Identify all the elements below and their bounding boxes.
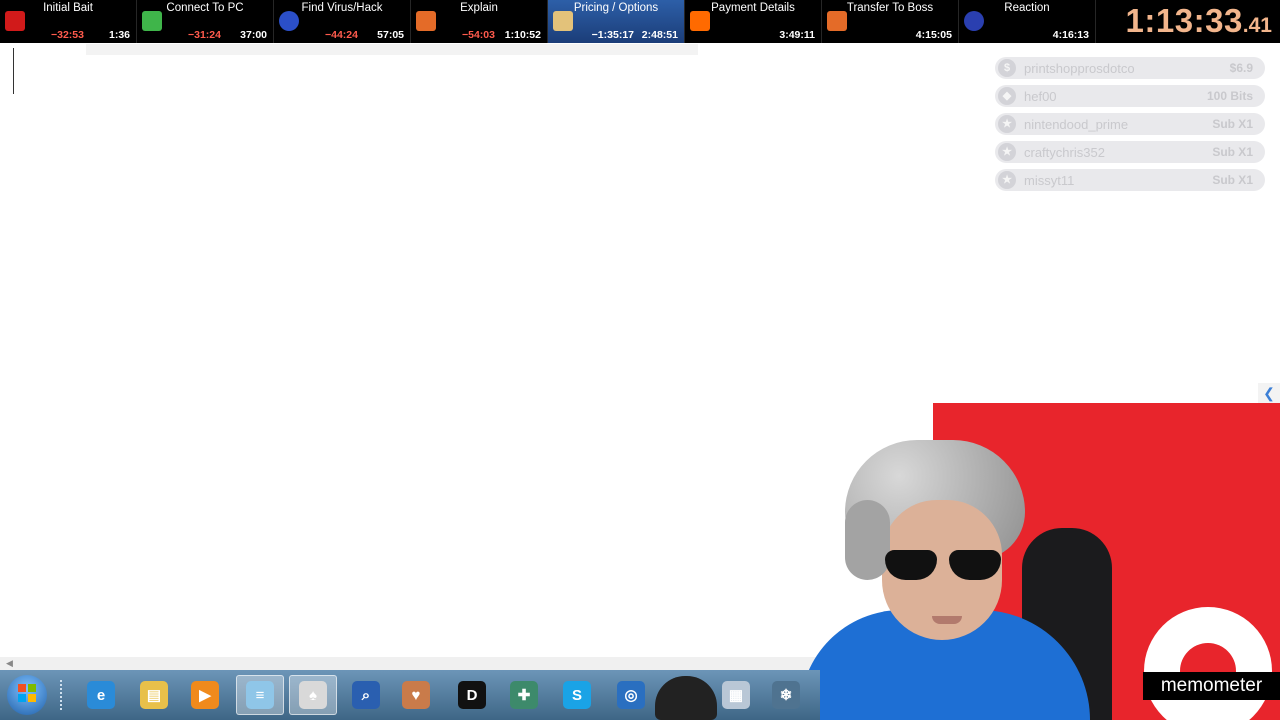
horizontal-scrollbar[interactable]: ◀	[0, 657, 935, 670]
timer-main: 1:13:33	[1125, 2, 1243, 39]
media-player-icon: ▶	[191, 681, 219, 709]
split-time: 4:15:05	[915, 29, 952, 41]
cards-icon: ♥	[402, 681, 430, 709]
event-item: ◆ hef00 100 Bits	[995, 85, 1265, 107]
split-time: 4:16:13	[1052, 29, 1089, 41]
event-amount: 100 Bits	[1206, 89, 1253, 103]
split-delta: −32:53	[51, 29, 84, 41]
taskbar-cards[interactable]: ♥	[392, 675, 440, 715]
taskbar-grip	[60, 680, 66, 710]
snowflake-icon: ❄	[772, 681, 800, 709]
event-amount: Sub X1	[1212, 117, 1253, 131]
event-type-icon: ★	[998, 171, 1016, 189]
taskbar-folder[interactable]: ▤	[130, 675, 178, 715]
taskbar-solitaire[interactable]: ♠	[289, 675, 337, 715]
taskbar-media-player[interactable]: ▶	[181, 675, 229, 715]
split-delta: −1:35:17	[591, 29, 634, 41]
split-delta: −54:03	[462, 29, 495, 41]
notepad-icon: ≡	[246, 681, 274, 709]
skype-icon: S	[563, 681, 591, 709]
split-2: Find Virus/Hack −44:24 57:05	[274, 0, 411, 43]
sunglasses	[885, 550, 1005, 580]
stream-screen: Initial Bait −32:53 1:36 Connect To PC −31:2…	[0, 0, 1280, 720]
timer-box: 1:13:33.41	[1096, 0, 1280, 43]
splits-bar: Initial Bait −32:53 1:36 Connect To PC −31:2…	[0, 0, 1280, 43]
event-item: ★ missyt11 Sub X1	[995, 169, 1265, 191]
taskbar-internet-explorer[interactable]: e	[77, 675, 125, 715]
taskbar-notepad[interactable]: ≡	[236, 675, 284, 715]
search-document-icon: ⌕	[352, 681, 380, 709]
split-7: Reaction 4:16:13	[959, 0, 1096, 43]
scroll-left-icon[interactable]: ◀	[6, 658, 13, 669]
split-time: 37:00	[240, 29, 267, 41]
globe-icon: ◎	[617, 681, 645, 709]
fire-icon	[690, 11, 710, 31]
split-time: 1:10:52	[504, 29, 541, 41]
split-time: 57:05	[377, 29, 404, 41]
split-time: 2:48:51	[641, 29, 678, 41]
split-4: Pricing / Options −1:35:17 2:48:51	[548, 0, 685, 43]
event-user: missyt11	[1024, 173, 1075, 188]
internet-explorer-icon: e	[87, 681, 115, 709]
event-item: ★ craftychris352 Sub X1	[995, 141, 1265, 163]
horizontal-scrollbar-top[interactable]	[86, 44, 698, 55]
event-item: ★ nintendood_prime Sub X1	[995, 113, 1265, 135]
taskbar-support[interactable]: ✚	[500, 675, 548, 715]
event-type-icon: ★	[998, 115, 1016, 133]
split-6: Transfer To Boss 4:15:05	[822, 0, 959, 43]
split-1: Connect To PC −31:24 37:00	[137, 0, 274, 43]
event-type-icon: $	[998, 59, 1016, 77]
text-caret	[13, 48, 14, 94]
card-icon	[416, 11, 436, 31]
event-amount: $6.9	[1229, 61, 1253, 75]
taskbar-calculator[interactable]: ▦	[712, 675, 760, 715]
taskbar-snowflake[interactable]: ❄	[762, 675, 810, 715]
event-user: craftychris352	[1024, 145, 1105, 160]
event-type-icon: ◆	[998, 87, 1016, 105]
event-item: $ printshopprosdotco $6.9	[995, 57, 1265, 79]
event-amount: Sub X1	[1212, 145, 1253, 159]
collapse-arrow-icon[interactable]: ❮	[1258, 383, 1280, 403]
split-delta: −44:24	[325, 29, 358, 41]
mouth	[932, 616, 962, 624]
calculator-icon: ▦	[722, 681, 750, 709]
event-type-icon: ★	[998, 143, 1016, 161]
taskbar-dell[interactable]: D	[448, 675, 496, 715]
timer-fraction: .41	[1242, 14, 1272, 37]
folder-icon: ▤	[140, 681, 168, 709]
memometer-label: memometer	[1143, 672, 1280, 700]
main-timer: 1:13:33.41	[1126, 2, 1272, 42]
event-user: printshopprosdotco	[1024, 61, 1135, 76]
red-flag-icon	[5, 11, 25, 31]
card-icon	[827, 11, 847, 31]
wig-side	[845, 500, 890, 580]
taskbar-globe[interactable]: ◎	[607, 675, 655, 715]
dell-icon: D	[458, 681, 486, 709]
split-time: 1:36	[108, 29, 130, 41]
split-3: Explain −54:03 1:10:52	[411, 0, 548, 43]
right-lens	[949, 550, 1001, 580]
green-shield-icon	[142, 11, 162, 31]
split-0: Initial Bait −32:53 1:36	[0, 0, 137, 43]
solitaire-icon: ♠	[299, 681, 327, 709]
event-list: $ printshopprosdotco $6.9 ◆ hef00 100 Bits ★ ni…	[995, 57, 1265, 197]
windows-logo-icon	[18, 684, 36, 702]
support-icon: ✚	[510, 681, 538, 709]
face-icon	[964, 11, 984, 31]
virus-icon	[279, 11, 299, 31]
webcam-person	[800, 440, 1120, 720]
split-time: 3:49:11	[779, 29, 815, 41]
event-amount: Sub X1	[1212, 173, 1253, 187]
split-5: Payment Details 3:49:11	[685, 0, 822, 43]
taskbar-skype[interactable]: S	[553, 675, 601, 715]
event-user: hef00	[1024, 89, 1057, 104]
taskbar-search-document[interactable]: ⌕	[342, 675, 390, 715]
event-user: nintendood_prime	[1024, 117, 1129, 132]
start-button[interactable]	[7, 675, 47, 715]
left-lens	[885, 550, 937, 580]
money-hand-icon	[553, 11, 573, 31]
split-delta: −31:24	[188, 29, 221, 41]
